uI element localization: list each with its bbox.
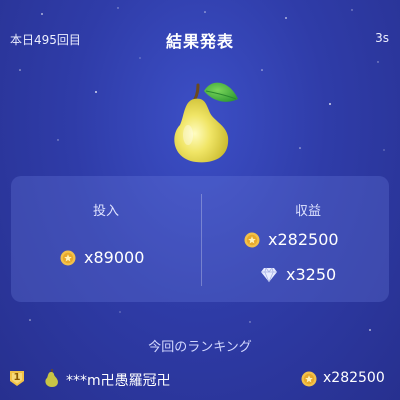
pear-icon — [174, 82, 238, 163]
result-panel: 投入 収益 x89000 x282500 x3250 — [11, 176, 389, 302]
profit-coins: x282500 — [244, 230, 339, 249]
player-name: ***m卍愚羅冠卍 — [66, 373, 171, 389]
coin-icon — [301, 371, 317, 387]
panel-divider — [201, 194, 202, 286]
ranking-row: 1 ***m卍愚羅冠卍 x282500 — [0, 366, 400, 392]
invest-label: 投入 — [92, 204, 119, 219]
profit-coins-value: x282500 — [268, 230, 339, 249]
countdown-timer: 3s — [375, 31, 389, 45]
pear-icon — [45, 369, 58, 387]
profit-gems-value: x3250 — [286, 265, 337, 284]
coin-icon — [60, 250, 76, 265]
profit-gems: x3250 — [260, 265, 336, 284]
diamond-icon — [261, 267, 277, 282]
rank-number: 1 — [13, 372, 21, 383]
invest-amount-value: x89000 — [84, 248, 145, 267]
coin-icon — [244, 232, 260, 247]
result-title: 結果発表 — [165, 32, 234, 51]
ranking-title: 今回のランキング — [148, 340, 252, 355]
profit-label: 収益 — [294, 204, 321, 219]
invest-amount: x89000 — [60, 248, 144, 267]
player-payout: x282500 — [323, 370, 385, 386]
